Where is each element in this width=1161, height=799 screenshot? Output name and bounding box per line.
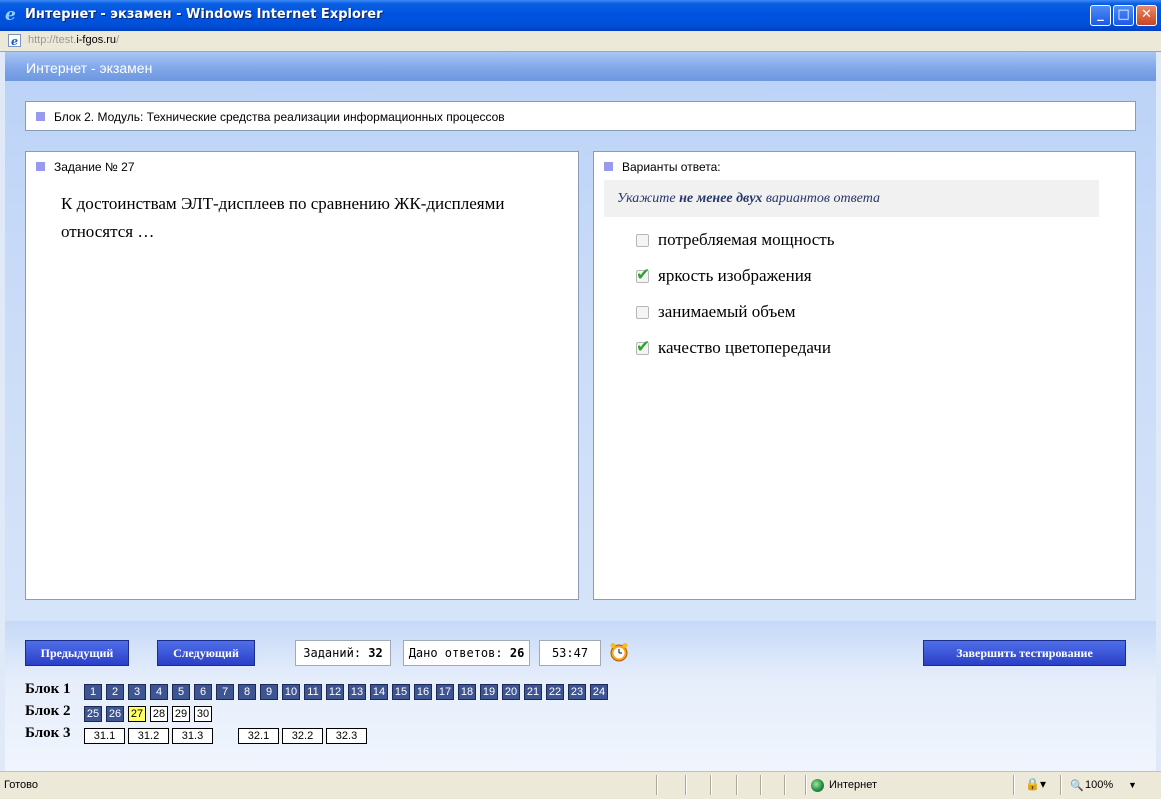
alarm-clock-icon [610, 643, 628, 662]
status-divider [784, 775, 786, 795]
next-button[interactable]: Следующий [157, 640, 255, 666]
tasks-count-box: Заданий: 32 [295, 640, 391, 666]
status-divider [1060, 775, 1062, 795]
checkbox-checked[interactable]: ✔ [636, 265, 650, 285]
zoom-dropdown-icon[interactable]: ▼ [1128, 780, 1137, 790]
block-info-label: Блок 2. Модуль: Технические средства реа… [54, 110, 505, 124]
question-nav-22[interactable]: 22 [546, 684, 564, 700]
task-panel: Задание № 27 К достоинствам ЭЛТ-дисплеев… [25, 151, 579, 600]
bullet-marker [604, 162, 613, 171]
finish-test-button[interactable]: Завершить тестирование [923, 640, 1126, 666]
status-divider [710, 775, 712, 795]
status-divider [1013, 775, 1015, 795]
answers-panel: Варианты ответа: Укажите не менее двух в… [593, 151, 1136, 600]
question-nav-6[interactable]: 6 [194, 684, 212, 700]
question-nav-20[interactable]: 20 [502, 684, 520, 700]
question-nav-29[interactable]: 29 [172, 706, 190, 722]
status-text: Готово [4, 779, 38, 791]
question-nav-18[interactable]: 18 [458, 684, 476, 700]
question-nav-27[interactable]: 27 [128, 706, 146, 722]
status-divider [656, 775, 658, 795]
window-title: Интернет - экзамен - Windows Internet Ex… [25, 7, 383, 22]
question-nav-26[interactable]: 26 [106, 706, 124, 722]
task-number: Задание № 27 [54, 160, 135, 174]
checkmark-icon: ✔ [636, 337, 651, 357]
answer-hint: Укажите не менее двух вариантов ответа [604, 180, 1099, 217]
status-bar: Готово Интернет 🔒▾ 🔍 100% ▼ [0, 771, 1161, 799]
block-info-panel: Блок 2. Модуль: Технические средства реа… [25, 101, 1136, 131]
question-nav-31-3[interactable]: 31.3 [172, 728, 213, 744]
checkbox[interactable] [636, 234, 649, 247]
page-header: Интернет - экзамен [5, 52, 1156, 81]
answers-label: Варианты ответа: [622, 160, 721, 174]
status-divider [736, 775, 738, 795]
question-nav-17[interactable]: 17 [436, 684, 454, 700]
question-nav-13[interactable]: 13 [348, 684, 366, 700]
bullet-marker [36, 112, 45, 121]
question-nav-1[interactable]: 1 [84, 684, 102, 700]
question-nav-16[interactable]: 16 [414, 684, 432, 700]
page-title: Интернет - экзамен [26, 60, 153, 76]
checkbox-checked[interactable]: ✔ [636, 337, 650, 357]
minimize-button[interactable]: _ [1090, 5, 1111, 26]
question-nav-19[interactable]: 19 [480, 684, 498, 700]
question-nav-31-1[interactable]: 31.1 [84, 728, 125, 744]
block-2-label: Блок 2 [25, 703, 71, 719]
question-nav-32-2[interactable]: 32.2 [282, 728, 323, 744]
page-icon: e [8, 34, 21, 48]
security-zone-text: Интернет [829, 779, 877, 791]
zoom-level[interactable]: 100% [1085, 779, 1113, 791]
question-nav-15[interactable]: 15 [392, 684, 410, 700]
question-nav-12[interactable]: 12 [326, 684, 344, 700]
question-nav-11[interactable]: 11 [304, 684, 322, 700]
checkmark-icon: ✔ [636, 265, 651, 285]
question-nav-32-1[interactable]: 32.1 [238, 728, 279, 744]
status-divider [805, 775, 807, 795]
previous-button[interactable]: Предыдущий [25, 640, 129, 666]
question-nav-8[interactable]: 8 [238, 684, 256, 700]
question-nav-3[interactable]: 3 [128, 684, 146, 700]
question-nav-14[interactable]: 14 [370, 684, 388, 700]
question-nav-32-3[interactable]: 32.3 [326, 728, 367, 744]
internet-zone-icon [811, 779, 824, 792]
question-nav-25[interactable]: 25 [84, 706, 102, 722]
question-nav-10[interactable]: 10 [282, 684, 300, 700]
address-bar: e http://test.i-fgos.ru/ [0, 31, 1161, 52]
window-title-bar: e Интернет - экзамен - Windows Internet … [0, 0, 1161, 31]
internet-explorer-icon: e [5, 5, 16, 25]
timer: 53:47 [539, 640, 601, 666]
block-1-label: Блок 1 [25, 681, 71, 697]
question-nav-24[interactable]: 24 [590, 684, 608, 700]
question-text: К достоинствам ЭЛТ-дисплеев по сравнению… [61, 194, 505, 241]
zoom-icon[interactable]: 🔍 [1070, 779, 1084, 792]
question-nav-7[interactable]: 7 [216, 684, 234, 700]
question-nav-23[interactable]: 23 [568, 684, 586, 700]
bullet-marker [36, 162, 45, 171]
question-nav-9[interactable]: 9 [260, 684, 278, 700]
protected-mode-icon[interactable]: 🔒▾ [1025, 777, 1046, 791]
question-nav-5[interactable]: 5 [172, 684, 190, 700]
status-divider [760, 775, 762, 795]
navigation-area: Предыдущий Следующий Заданий: 32 Дано от… [5, 621, 1156, 771]
maximize-button[interactable]: □ [1113, 5, 1134, 26]
close-button[interactable]: ✕ [1136, 5, 1157, 26]
block-3-label: Блок 3 [25, 725, 71, 741]
answered-count-box: Дано ответов: 26 [403, 640, 530, 666]
question-nav-21[interactable]: 21 [524, 684, 542, 700]
question-nav-4[interactable]: 4 [150, 684, 168, 700]
url-text[interactable]: http://test.i-fgos.ru/ [28, 34, 119, 46]
question-nav-28[interactable]: 28 [150, 706, 168, 722]
exam-content: Блок 2. Модуль: Технические средства реа… [5, 81, 1156, 621]
question-nav-30[interactable]: 30 [194, 706, 212, 722]
status-divider [685, 775, 687, 795]
checkbox[interactable] [636, 306, 649, 319]
question-nav-2[interactable]: 2 [106, 684, 124, 700]
question-nav-31-2[interactable]: 31.2 [128, 728, 169, 744]
